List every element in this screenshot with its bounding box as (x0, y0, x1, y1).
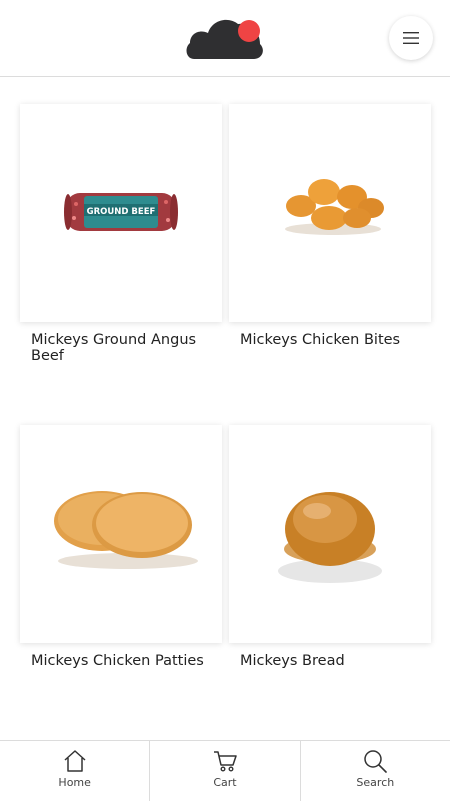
product-card[interactable]: GROUND BEEF Mickeys Ground Angus Beef (20, 104, 222, 364)
menu-button[interactable] (389, 16, 433, 60)
product-card[interactable]: Mickeys Chicken Bites (229, 104, 431, 348)
nav-search-label: Search (356, 776, 395, 789)
nav-home-label: Home (58, 776, 91, 789)
product-image[interactable] (20, 425, 222, 643)
product-image[interactable] (229, 425, 431, 643)
cloud-logo-icon[interactable] (184, 14, 266, 62)
app-header (0, 0, 450, 77)
bottom-nav: Home Cart Search (0, 740, 450, 801)
hamburger-menu-icon (403, 32, 419, 44)
bread-bun-image (278, 492, 382, 583)
product-card[interactable]: Mickeys Bread (229, 425, 431, 669)
product-title[interactable]: Mickeys Bread (240, 653, 426, 669)
product-image[interactable]: GROUND BEEF (20, 104, 222, 322)
product-image[interactable] (229, 104, 431, 322)
nav-cart[interactable]: Cart (149, 741, 299, 801)
ground-beef-image: GROUND BEEF (64, 193, 178, 231)
product-title[interactable]: Mickeys Chicken Patties (31, 653, 217, 669)
nav-home[interactable]: Home (0, 741, 149, 801)
nav-search[interactable]: Search (299, 741, 450, 801)
svg-text:GROUND BEEF: GROUND BEEF (87, 207, 156, 217)
chicken-bites-image (285, 179, 384, 235)
product-title[interactable]: Mickeys Ground Angus Beef (31, 332, 217, 364)
product-card[interactable]: Mickeys Chicken Patties (20, 425, 222, 669)
product-title[interactable]: Mickeys Chicken Bites (240, 332, 426, 348)
nav-cart-label: Cart (213, 776, 237, 789)
search-icon (364, 750, 388, 773)
product-grid: GROUND BEEF Mickeys Ground Angus Beef Mi… (0, 0, 450, 740)
home-icon (64, 750, 86, 772)
cart-icon (213, 751, 237, 772)
chicken-patties-image (54, 491, 198, 569)
